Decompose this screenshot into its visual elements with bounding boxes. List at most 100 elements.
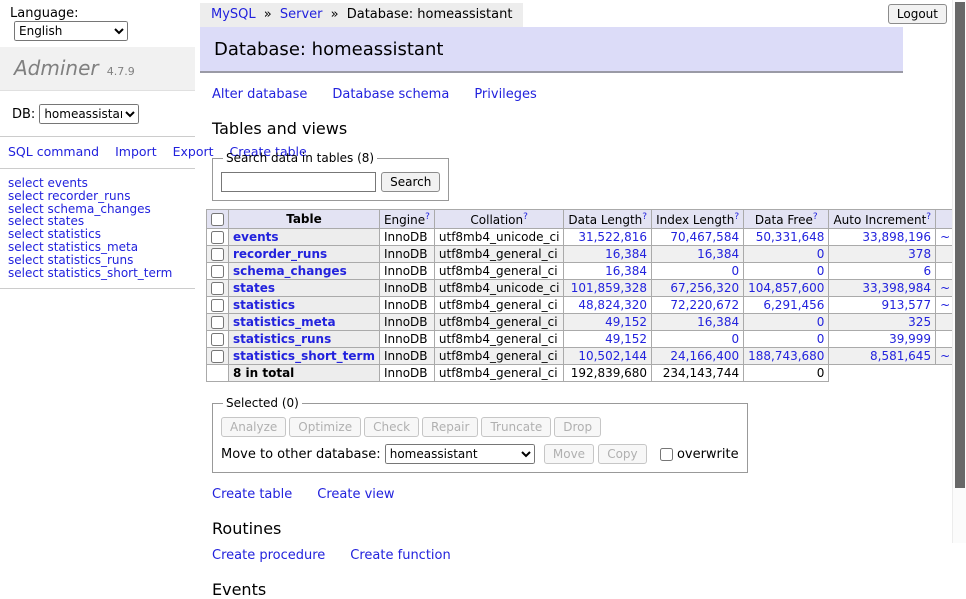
sidebar-table-link[interactable]: select recorder_runs <box>8 190 187 203</box>
row-select-cell <box>207 314 229 331</box>
auto-increment-link[interactable]: 33,898,196 <box>862 230 931 244</box>
column-hint-link[interactable]: ? <box>425 212 430 222</box>
auto-increment-link[interactable]: 39,999 <box>889 332 931 346</box>
table-name-link[interactable]: recorder_runs <box>233 247 327 261</box>
auto-increment-link[interactable]: 378 <box>908 247 931 261</box>
db-select[interactable]: homeassistant <box>39 104 139 124</box>
search-input[interactable] <box>221 172 376 192</box>
index-length-link[interactable]: 16,384 <box>697 315 739 329</box>
database-schema-link[interactable]: Database schema <box>332 87 449 102</box>
breadcrumb-link[interactable]: MySQL <box>211 7 256 22</box>
vertical-scrollbar[interactable] <box>952 0 966 543</box>
data-free-link[interactable]: 0 <box>817 332 825 346</box>
search-button[interactable]: Search <box>381 172 440 192</box>
data-length-link[interactable]: 31,522,816 <box>578 230 647 244</box>
auto-increment-link[interactable]: 325 <box>908 315 931 329</box>
scrollbar-thumb[interactable] <box>955 2 965 488</box>
auto-increment-link[interactable]: 913,577 <box>881 298 931 312</box>
row-checkbox[interactable] <box>211 248 224 261</box>
data-length-link[interactable]: 10,502,144 <box>578 349 647 363</box>
select-all-checkbox[interactable] <box>211 213 224 226</box>
data-free-cell: 0 <box>744 314 829 331</box>
analyze-button[interactable]: Analyze <box>221 417 286 437</box>
move-button[interactable]: Move <box>544 444 594 464</box>
data-length-link[interactable]: 48,824,320 <box>578 298 647 312</box>
auto-increment-cell: 8,581,645 <box>829 348 936 365</box>
column-hint-link[interactable]: ? <box>813 212 818 222</box>
table-name-link[interactable]: statistics_meta <box>233 315 336 329</box>
table-name-link[interactable]: statistics_runs <box>233 332 331 346</box>
column-hint-link[interactable]: ? <box>642 212 647 222</box>
index-length-link[interactable]: 0 <box>731 264 739 278</box>
sidebar-link-sql-command[interactable]: SQL command <box>8 144 99 159</box>
data-free-link[interactable]: 0 <box>817 264 825 278</box>
truncate-button[interactable]: Truncate <box>481 417 551 437</box>
sidebar-link-import[interactable]: Import <box>115 144 157 159</box>
row-checkbox[interactable] <box>211 333 224 346</box>
data-length-link[interactable]: 16,384 <box>605 247 647 261</box>
index-length-link[interactable]: 0 <box>731 332 739 346</box>
engine-cell: InnoDB <box>379 331 434 348</box>
optimize-button[interactable]: Optimize <box>289 417 361 437</box>
column-hint-link[interactable]: ? <box>926 212 931 222</box>
table-name-link[interactable]: statistics <box>233 298 295 312</box>
breadcrumb-link[interactable]: Server <box>280 7 323 22</box>
check-button[interactable]: Check <box>364 417 419 437</box>
column-header-engine: Engine? <box>379 210 434 229</box>
overwrite-label[interactable]: overwrite <box>677 447 739 462</box>
auto-increment-link[interactable]: 6 <box>923 264 931 278</box>
move-database-select[interactable]: homeassistant <box>385 444 535 464</box>
column-hint-link[interactable]: ? <box>523 212 528 222</box>
column-hint-link[interactable]: ? <box>734 212 739 222</box>
sidebar-table-link[interactable]: select statistics_meta <box>8 241 187 254</box>
sidebar-table-link[interactable]: select statistics_short_term <box>8 267 187 280</box>
auto-increment-link[interactable]: 33,398,984 <box>862 281 931 295</box>
collation-cell: utf8mb4_general_ci <box>434 297 564 314</box>
data-length-link[interactable]: 49,152 <box>605 332 647 346</box>
sidebar-table-link[interactable]: select events <box>8 177 187 190</box>
logout-button[interactable]: Logout <box>888 4 947 24</box>
breadcrumb-separator: » <box>327 7 343 22</box>
copy-button[interactable]: Copy <box>598 444 646 464</box>
row-checkbox[interactable] <box>211 231 224 244</box>
data-free-link[interactable]: 188,743,680 <box>748 349 824 363</box>
table-row: schema_changesInnoDButf8mb4_general_ci16… <box>207 263 966 280</box>
create-procedure-link[interactable]: Create procedure <box>212 548 325 563</box>
row-checkbox[interactable] <box>211 282 224 295</box>
data-free-link[interactable]: 0 <box>817 247 825 261</box>
sidebar-actions: SQL commandImportExportCreate table <box>0 137 195 169</box>
sidebar-table-link[interactable]: select statistics_runs <box>8 254 187 267</box>
table-name-link[interactable]: states <box>233 281 275 295</box>
table-name-link[interactable]: schema_changes <box>233 264 347 278</box>
table-name-link[interactable]: statistics_short_term <box>233 349 375 363</box>
create-function-link[interactable]: Create function <box>350 548 450 563</box>
create-table-link[interactable]: Create table <box>212 487 292 502</box>
privileges-link[interactable]: Privileges <box>474 87 537 102</box>
repair-button[interactable]: Repair <box>422 417 478 437</box>
index-length-link[interactable]: 16,384 <box>697 247 739 261</box>
table-name-link[interactable]: events <box>233 230 279 244</box>
index-length-link[interactable]: 70,467,584 <box>670 230 739 244</box>
row-checkbox[interactable] <box>211 316 224 329</box>
index-length-link[interactable]: 67,256,320 <box>670 281 739 295</box>
alter-database-link[interactable]: Alter database <box>212 87 307 102</box>
adminer-logo[interactable]: Adminer <box>14 56 99 80</box>
row-checkbox[interactable] <box>211 350 224 363</box>
data-length-link[interactable]: 49,152 <box>605 315 647 329</box>
data-free-link[interactable]: 50,331,648 <box>756 230 825 244</box>
data-free-link[interactable]: 104,857,600 <box>748 281 824 295</box>
drop-button[interactable]: Drop <box>554 417 601 437</box>
create-view-link[interactable]: Create view <box>317 487 394 502</box>
data-length-link[interactable]: 101,859,328 <box>571 281 647 295</box>
language-select[interactable]: English <box>14 21 128 41</box>
row-checkbox[interactable] <box>211 299 224 312</box>
index-length-link[interactable]: 24,166,400 <box>670 349 739 363</box>
data-free-link[interactable]: 6,291,456 <box>763 298 824 312</box>
index-length-link[interactable]: 72,220,672 <box>670 298 739 312</box>
data-length-link[interactable]: 16,384 <box>605 264 647 278</box>
auto-increment-link[interactable]: 8,581,645 <box>870 349 931 363</box>
data-free-link[interactable]: 0 <box>817 315 825 329</box>
table-name-cell: statistics <box>229 297 380 314</box>
row-checkbox[interactable] <box>211 265 224 278</box>
overwrite-checkbox[interactable] <box>660 448 673 461</box>
